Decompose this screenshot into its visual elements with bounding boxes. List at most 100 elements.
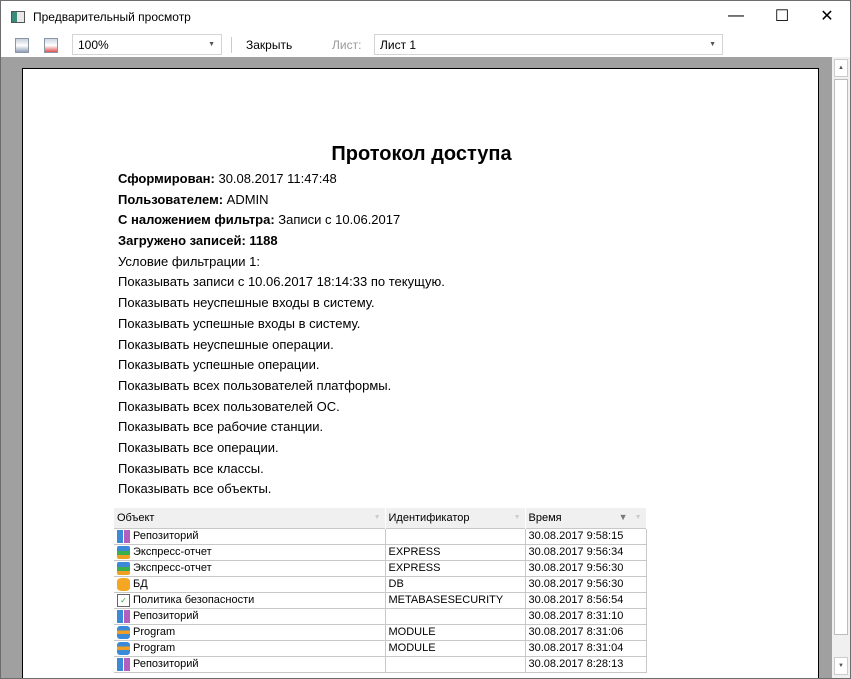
- preview-area: Протокол доступа Сформирован: 30.08.2017…: [1, 57, 833, 678]
- id-cell: EXPRESS: [384, 543, 526, 561]
- table-row[interactable]: ✓ Политика безопасности METABASESECURITY 30…: [114, 591, 647, 609]
- time-cell: 30.08.2017 9:56:34: [524, 543, 647, 561]
- header-label: Объект: [117, 511, 155, 524]
- object-cell: Репозиторий: [114, 607, 386, 625]
- chevron-down-icon: ▼: [709, 41, 716, 48]
- table-row[interactable]: БД DB 30.08.2017 9:56:30: [114, 575, 647, 593]
- table-row[interactable]: Экспресс-отчет EXPRESS 30.08.2017 9:56:34: [114, 543, 647, 561]
- time-cell: 30.08.2017 9:56:30: [524, 559, 647, 577]
- sheet-select[interactable]: Лист 1 ▼: [374, 34, 723, 55]
- maximize-button[interactable]: ☐: [759, 1, 805, 31]
- db-icon: [117, 577, 130, 591]
- meta-label: Пользователем:: [118, 191, 224, 207]
- window-title: Предварительный просмотр: [33, 10, 191, 24]
- zoom-select[interactable]: 100% ▼: [72, 34, 222, 55]
- filter-condition: Показывать всех пользователей платформы.: [118, 377, 392, 393]
- close-window-button[interactable]: ✕: [804, 1, 850, 31]
- time-cell: 30.08.2017 8:56:54: [524, 591, 647, 609]
- object-cell: Program: [114, 623, 386, 641]
- table-row[interactable]: Program MODULE 30.08.2017 8:31:04: [114, 639, 647, 657]
- table-row[interactable]: Экспресс-отчет EXPRESS 30.08.2017 9:56:30: [114, 559, 647, 577]
- filter-condition: Показывать неуспешные входы в систему.: [118, 295, 375, 311]
- filter-condition: Показывать неуспешные операции.: [118, 336, 334, 352]
- object-name: БД: [133, 578, 148, 590]
- sheet-label: Лист:: [332, 38, 362, 52]
- table-row[interactable]: Репозиторий 30.08.2017 8:31:10: [114, 607, 647, 625]
- meta-value: 30.08.2017 11:47:48: [214, 171, 337, 186]
- time-cell: 30.08.2017 8:31:10: [524, 607, 647, 625]
- column-header-time[interactable]: Время ▼ ▼: [525, 508, 647, 528]
- header-label: Время: [528, 511, 562, 524]
- meta-line: Пользователем: ADMIN: [118, 190, 445, 211]
- filter-condition: Показывать успешные входы в систему.: [118, 315, 361, 331]
- chevron-down-icon: ▼: [634, 514, 642, 521]
- time-cell: 30.08.2017 9:58:15: [524, 527, 647, 545]
- scroll-up-icon[interactable]: ▲: [834, 59, 848, 77]
- vertical-scrollbar[interactable]: ▲ ▼: [832, 57, 850, 678]
- meta-label: С наложением фильтра:: [118, 212, 275, 228]
- cube-icon: [117, 545, 130, 559]
- repo-icon: [117, 657, 130, 671]
- filter-condition: Показывать все объекты.: [118, 481, 272, 497]
- column-header-id[interactable]: Идентификатор ▼: [385, 508, 526, 528]
- toolbar-divider: [231, 37, 232, 53]
- filter-icon[interactable]: ▼: [619, 512, 628, 522]
- meta-label: Загружено записей: 1188: [118, 233, 278, 249]
- meta-value: ADMIN: [223, 191, 269, 207]
- object-name: Репозиторий: [133, 610, 199, 622]
- id-cell: [384, 527, 526, 545]
- object-name: Политика безопасности: [133, 594, 255, 606]
- filter-condition: Показывать все классы.: [118, 460, 264, 476]
- meta-line: Загружено записей: 1188: [118, 231, 445, 252]
- report-page: Протокол доступа Сформирован: 30.08.2017…: [22, 68, 819, 678]
- object-name: Экспресс-отчет: [133, 562, 212, 574]
- close-preview-button[interactable]: Закрыть: [246, 38, 292, 52]
- chevron-down-icon: ▼: [513, 514, 521, 521]
- filter-condition: Показывать все рабочие станции.: [118, 419, 324, 435]
- minimize-button[interactable]: —: [713, 1, 759, 31]
- table-row[interactable]: Репозиторий 30.08.2017 9:58:15: [114, 527, 647, 545]
- meta-line: С наложением фильтра: Записи с 10.06.201…: [118, 210, 445, 231]
- id-cell: MODULE: [384, 639, 526, 657]
- print-icon[interactable]: [15, 37, 29, 53]
- pol-icon: ✓: [117, 593, 130, 607]
- object-cell: Репозиторий: [114, 655, 386, 673]
- table-row[interactable]: Репозиторий 30.08.2017 8:28:13: [114, 655, 647, 673]
- id-cell: [384, 607, 526, 625]
- time-cell: 30.08.2017 8:28:13: [524, 655, 647, 673]
- time-cell: 30.08.2017 8:31:04: [524, 639, 647, 657]
- object-cell: Экспресс-отчет: [114, 543, 386, 561]
- time-cell: 30.08.2017 9:56:30: [524, 575, 647, 593]
- object-cell: ✓ Политика безопасности: [114, 591, 386, 609]
- chevron-down-icon: ▼: [373, 514, 381, 521]
- scroll-thumb[interactable]: [834, 79, 848, 635]
- filter-condition: Показывать все операции.: [118, 439, 279, 455]
- chevron-down-icon: ▼: [208, 41, 215, 48]
- time-cell: 30.08.2017 8:31:06: [524, 623, 647, 641]
- title-bar: Предварительный просмотр — ☐ ✕: [1, 1, 850, 33]
- id-cell: MODULE: [384, 623, 526, 641]
- column-header-object[interactable]: Объект ▼: [114, 508, 386, 528]
- object-name: Program: [133, 642, 176, 654]
- table-row[interactable]: Program MODULE 30.08.2017 8:31:06: [114, 623, 647, 641]
- object-cell: БД: [114, 575, 386, 593]
- object-cell: Экспресс-отчет: [114, 559, 386, 577]
- print-setup-icon[interactable]: [44, 37, 58, 53]
- id-cell: [384, 655, 526, 673]
- id-cell: DB: [384, 575, 526, 593]
- prog-icon: [117, 625, 130, 639]
- header-label: Идентификатор: [388, 511, 470, 524]
- report-header: Сформирован: 30.08.2017 11:47:48 Пользова…: [118, 169, 445, 500]
- id-cell: METABASESECURITY: [384, 591, 526, 609]
- report-title: Протокол доступа: [331, 143, 512, 165]
- object-name: Экспресс-отчет: [133, 546, 212, 558]
- filter-condition: Условие фильтрации 1:: [118, 253, 260, 269]
- sheet-value: Лист 1: [380, 38, 417, 52]
- object-cell: Program: [114, 639, 386, 657]
- meta-line: Сформирован: 30.08.2017 11:47:48: [118, 169, 445, 190]
- repo-icon: [117, 609, 130, 623]
- cube-icon: [117, 561, 130, 575]
- object-name: Репозиторий: [133, 658, 199, 670]
- object-name: Program: [133, 626, 176, 638]
- scroll-down-icon[interactable]: ▼: [834, 657, 848, 675]
